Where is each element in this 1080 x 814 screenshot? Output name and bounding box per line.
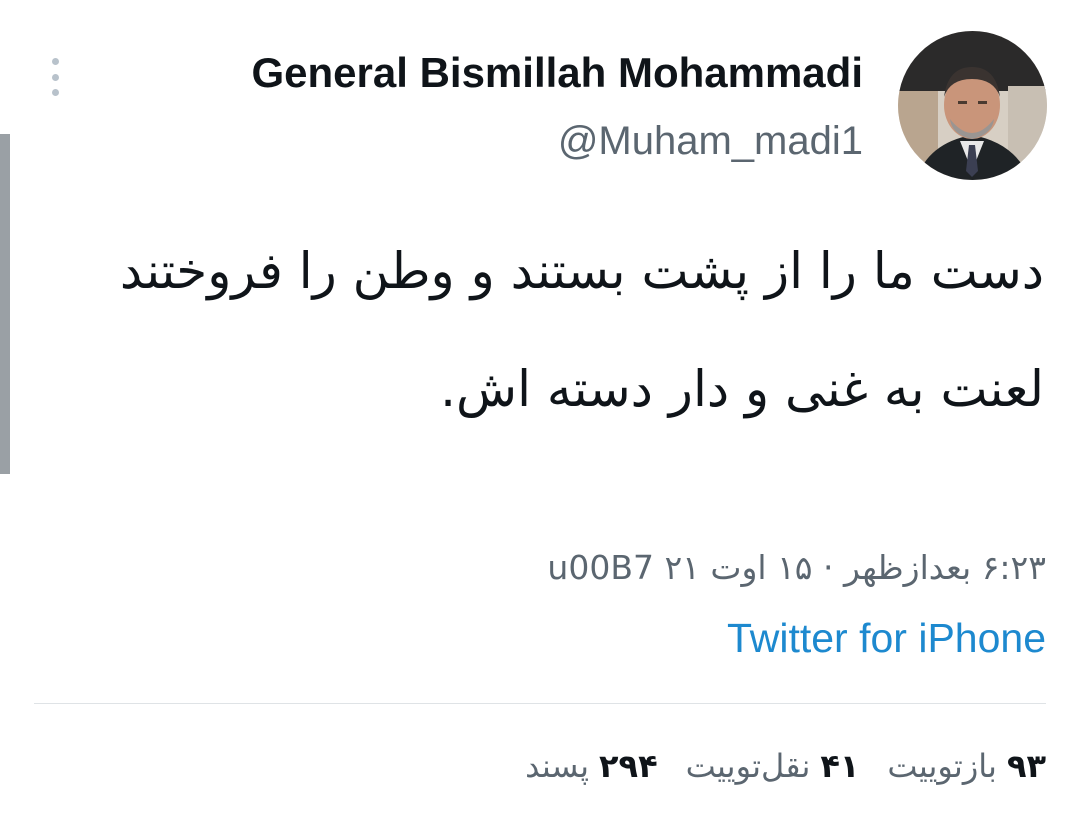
quotes-count: ۴۱ xyxy=(820,747,860,785)
author-handle[interactable]: @Muham_madi1 xyxy=(558,115,863,167)
likes-count: ۲۹۴ xyxy=(599,747,658,785)
tweet-text: دست ما را از پشت بستند و وطن را فروختند … xyxy=(119,242,1044,418)
tweet-source-link[interactable]: Twitter for iPhone xyxy=(727,612,1046,664)
scroll-indicator xyxy=(0,134,10,474)
avatar-photo xyxy=(898,31,1047,180)
likes-label: پسند xyxy=(525,747,589,785)
retweets-label: بازتوییت xyxy=(887,747,997,785)
divider xyxy=(34,703,1046,704)
avatar[interactable] xyxy=(898,31,1047,180)
dot xyxy=(51,73,59,81)
retweets-count: ۹۳ xyxy=(1006,747,1046,785)
dot xyxy=(51,89,59,96)
tweet-stats: ۹۳ بازتوییت ۴۱ نقل‌توییت ۲۹۴ پسند xyxy=(525,740,1046,792)
tweet-timestamp[interactable]: ۶:۲۳ بعدازظهر · ۱۵ اوت ۲۱ u00B7 xyxy=(547,542,1046,594)
author-name[interactable]: General Bismillah Mohammadi xyxy=(251,46,863,100)
likes-stat[interactable]: ۲۹۴ پسند xyxy=(525,740,658,792)
quotes-label: نقل‌توییت xyxy=(685,747,811,785)
retweets-stat[interactable]: ۹۳ بازتوییت xyxy=(887,740,1046,792)
quotes-stat[interactable]: ۴۱ نقل‌توییت xyxy=(686,740,860,792)
dot xyxy=(51,58,59,65)
more-options-icon[interactable] xyxy=(48,58,62,96)
